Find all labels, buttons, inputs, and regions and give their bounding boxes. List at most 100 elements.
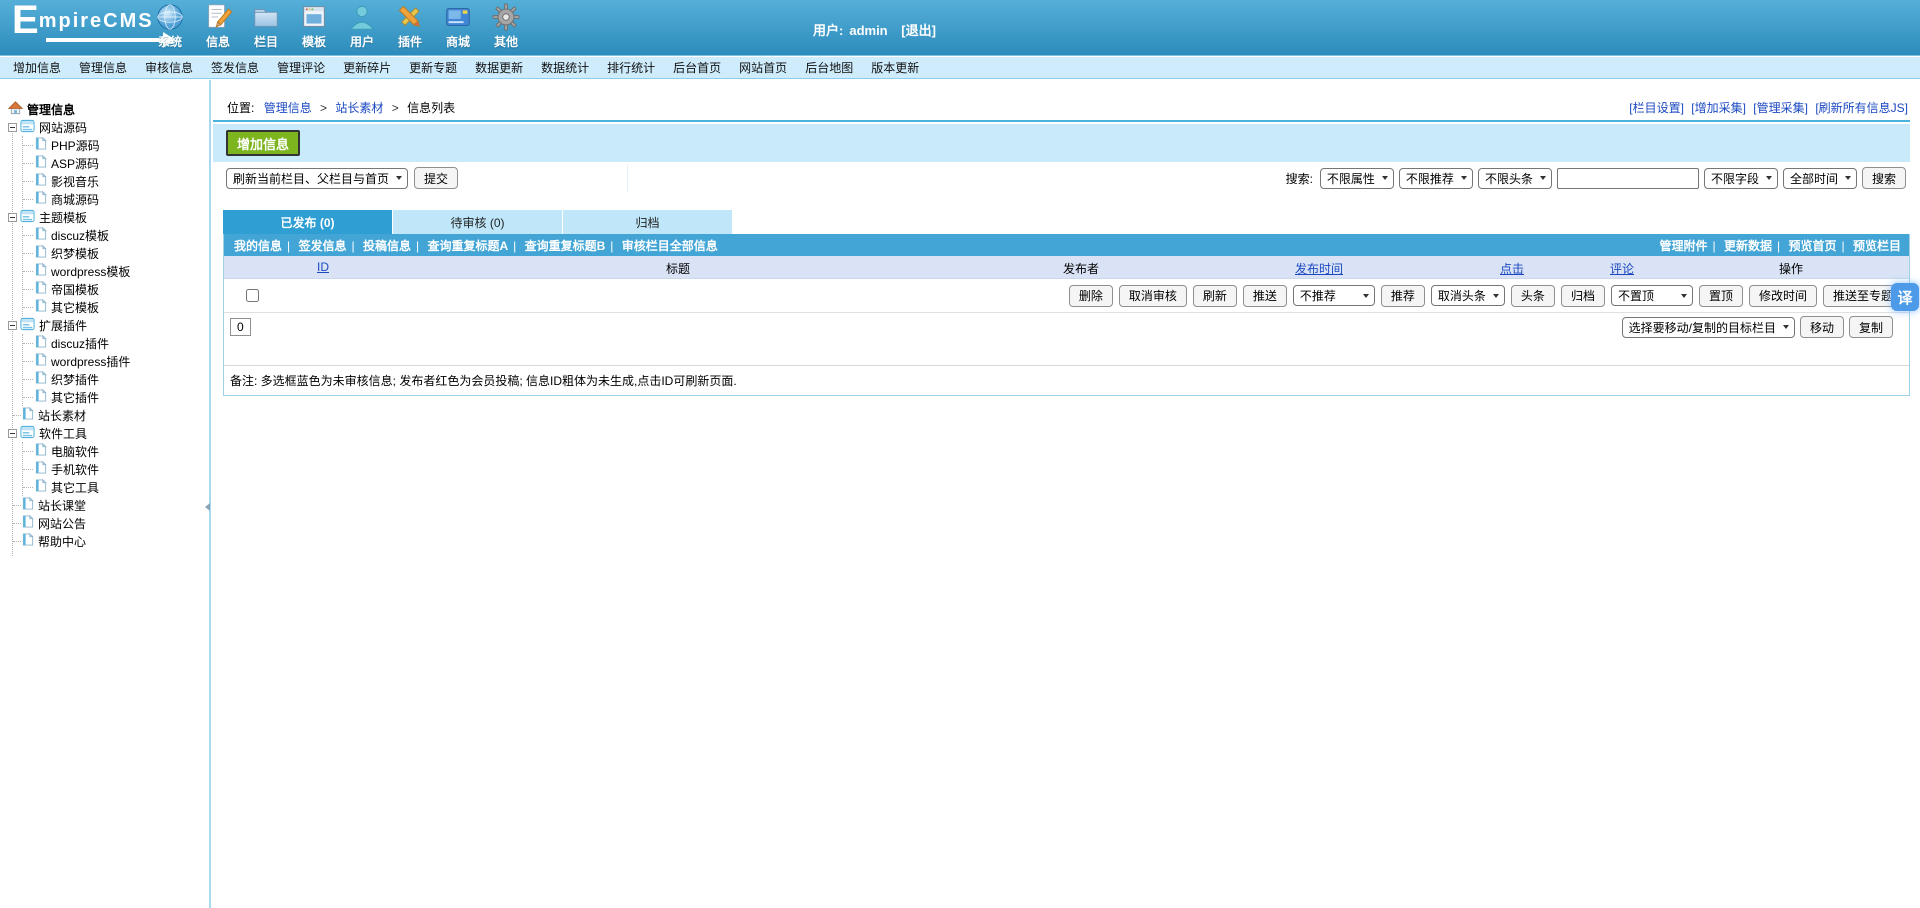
- sidebar-collapse-handle[interactable]: [203, 488, 212, 526]
- collapse-minus-icon[interactable]: [8, 321, 17, 330]
- tree-leaf[interactable]: 织梦插件: [23, 370, 209, 388]
- tree-leaf[interactable]: PHP源码: [23, 136, 209, 154]
- link-preview-column[interactable]: 预览栏目: [1853, 239, 1901, 253]
- headline-button[interactable]: 头条: [1511, 285, 1555, 307]
- nav-item-manage-comments[interactable]: 管理评论: [277, 59, 325, 76]
- link-update-data[interactable]: 更新数据: [1724, 239, 1772, 253]
- tree-leaf[interactable]: 商城源码: [23, 190, 209, 208]
- tree-node-theme-templates[interactable]: 主题模板: [8, 208, 209, 226]
- tree-leaf[interactable]: 其它模板: [23, 298, 209, 316]
- link-preview-home[interactable]: 预览首页: [1789, 239, 1837, 253]
- tree-leaf[interactable]: 手机软件: [23, 460, 209, 478]
- breadcrumb-link-manage-info[interactable]: 管理信息: [264, 101, 312, 115]
- search-button[interactable]: 搜索: [1862, 167, 1906, 189]
- nav-item-data-stats[interactable]: 数据统计: [541, 59, 589, 76]
- top-select[interactable]: 不置顶: [1611, 285, 1693, 306]
- link-my-info[interactable]: 我的信息: [234, 239, 282, 253]
- top-button[interactable]: 置顶: [1699, 285, 1743, 307]
- nav-item-data-update[interactable]: 数据更新: [475, 59, 523, 76]
- nav-item-manage-info[interactable]: 管理信息: [79, 59, 127, 76]
- column-id[interactable]: ID: [317, 260, 329, 274]
- select-all-checkbox[interactable]: [246, 289, 259, 302]
- column-clicks[interactable]: 点击: [1500, 262, 1524, 276]
- move-button[interactable]: 移动: [1800, 316, 1844, 338]
- nav-item-admin-home[interactable]: 后台首页: [673, 59, 721, 76]
- column-comments[interactable]: 评论: [1610, 262, 1634, 276]
- tree-root-label[interactable]: 管理信息: [27, 101, 75, 118]
- menu-item-column[interactable]: 栏目: [242, 2, 290, 50]
- menu-item-info[interactable]: 信息: [194, 2, 242, 50]
- submit-button[interactable]: 提交: [414, 167, 458, 189]
- quicklink-add-collection[interactable]: [增加采集]: [1691, 101, 1746, 115]
- tree-node-webmaster-classroom[interactable]: 站长课堂: [8, 496, 209, 514]
- tree-root-manage-info[interactable]: 管理信息: [8, 100, 209, 118]
- tree-leaf[interactable]: 影视音乐: [23, 172, 209, 190]
- tree-leaf[interactable]: 其它工具: [23, 478, 209, 496]
- link-duplicate-title-a[interactable]: 查询重复标题A: [427, 239, 508, 253]
- collapse-minus-icon[interactable]: [8, 429, 17, 438]
- link-sign-info[interactable]: 签发信息: [298, 239, 346, 253]
- menu-item-mall[interactable]: 商城: [434, 2, 482, 50]
- tree-leaf[interactable]: wordpress模板: [23, 262, 209, 280]
- menu-item-template[interactable]: 模板: [290, 2, 338, 50]
- tree-node-website-source[interactable]: 网站源码: [8, 118, 209, 136]
- link-audit-all-column-info[interactable]: 审核栏目全部信息: [622, 239, 718, 253]
- nav-item-ranking-stats[interactable]: 排行统计: [607, 59, 655, 76]
- item-count[interactable]: 0: [230, 318, 251, 336]
- delete-button[interactable]: 删除: [1069, 285, 1113, 307]
- menu-item-system[interactable]: 系统: [146, 2, 194, 50]
- recommend-button[interactable]: 推荐: [1381, 285, 1425, 307]
- tree-leaf[interactable]: 电脑软件: [23, 442, 209, 460]
- link-manage-attachments[interactable]: 管理附件: [1660, 239, 1708, 253]
- refresh-scope-select[interactable]: 刷新当前栏目、父栏目与首页: [226, 168, 408, 189]
- translate-badge[interactable]: 译: [1891, 283, 1919, 311]
- tree-node-site-announcement[interactable]: 网站公告: [8, 514, 209, 532]
- tree-leaf[interactable]: 其它插件: [23, 388, 209, 406]
- tree-leaf[interactable]: ASP源码: [23, 154, 209, 172]
- search-headline-select[interactable]: 不限头条: [1478, 168, 1552, 189]
- search-attribute-select[interactable]: 不限属性: [1320, 168, 1394, 189]
- tree-node-help-center[interactable]: 帮助中心: [8, 532, 209, 550]
- tree-node-extension-plugins[interactable]: 扩展插件: [8, 316, 209, 334]
- tab-archive[interactable]: 归档: [563, 210, 733, 234]
- add-info-button[interactable]: 增加信息: [226, 130, 300, 156]
- column-publish-time[interactable]: 发布时间: [1295, 262, 1343, 276]
- recommend-select[interactable]: 不推荐: [1293, 285, 1375, 306]
- modify-time-button[interactable]: 修改时间: [1749, 285, 1817, 307]
- tab-pending[interactable]: 待审核 (0): [393, 210, 563, 234]
- copy-button[interactable]: 复制: [1849, 316, 1893, 338]
- nav-item-add-info[interactable]: 增加信息: [13, 59, 61, 76]
- tree-leaf[interactable]: wordpress插件: [23, 352, 209, 370]
- nav-item-update-fragments[interactable]: 更新碎片: [343, 59, 391, 76]
- collapse-minus-icon[interactable]: [8, 123, 17, 132]
- search-keyword-input[interactable]: [1557, 168, 1699, 189]
- archive-button[interactable]: 归档: [1561, 285, 1605, 307]
- nav-item-version-update[interactable]: 版本更新: [871, 59, 919, 76]
- logout-link[interactable]: [退出]: [901, 23, 936, 38]
- collapse-minus-icon[interactable]: [8, 213, 17, 222]
- nav-item-sign-info[interactable]: 签发信息: [211, 59, 259, 76]
- menu-item-other[interactable]: 其他: [482, 2, 530, 50]
- quicklink-manage-collection[interactable]: [管理采集]: [1753, 101, 1808, 115]
- search-recommend-select[interactable]: 不限推荐: [1399, 168, 1473, 189]
- search-time-select[interactable]: 全部时间: [1783, 168, 1857, 189]
- headline-select[interactable]: 取消头条: [1431, 285, 1505, 306]
- menu-item-plugin[interactable]: 插件: [386, 2, 434, 50]
- breadcrumb-link-webmaster-materials[interactable]: 站长素材: [335, 101, 383, 115]
- nav-item-audit-info[interactable]: 审核信息: [145, 59, 193, 76]
- refresh-button[interactable]: 刷新: [1193, 285, 1237, 307]
- nav-item-update-topics[interactable]: 更新专题: [409, 59, 457, 76]
- cancel-audit-button[interactable]: 取消审核: [1119, 285, 1187, 307]
- search-field-select[interactable]: 不限字段: [1704, 168, 1778, 189]
- nav-item-admin-map[interactable]: 后台地图: [805, 59, 853, 76]
- tree-leaf[interactable]: discuz模板: [23, 226, 209, 244]
- push-button[interactable]: 推送: [1243, 285, 1287, 307]
- tab-published[interactable]: 已发布 (0): [223, 210, 393, 234]
- quicklink-column-settings[interactable]: [栏目设置]: [1629, 101, 1684, 115]
- tree-leaf[interactable]: 织梦模板: [23, 244, 209, 262]
- link-duplicate-title-b[interactable]: 查询重复标题B: [525, 239, 606, 253]
- tree-leaf[interactable]: discuz插件: [23, 334, 209, 352]
- menu-item-user[interactable]: 用户: [338, 2, 386, 50]
- tree-node-software-tools[interactable]: 软件工具: [8, 424, 209, 442]
- quicklink-refresh-all-info-js[interactable]: [刷新所有信息JS]: [1815, 101, 1908, 115]
